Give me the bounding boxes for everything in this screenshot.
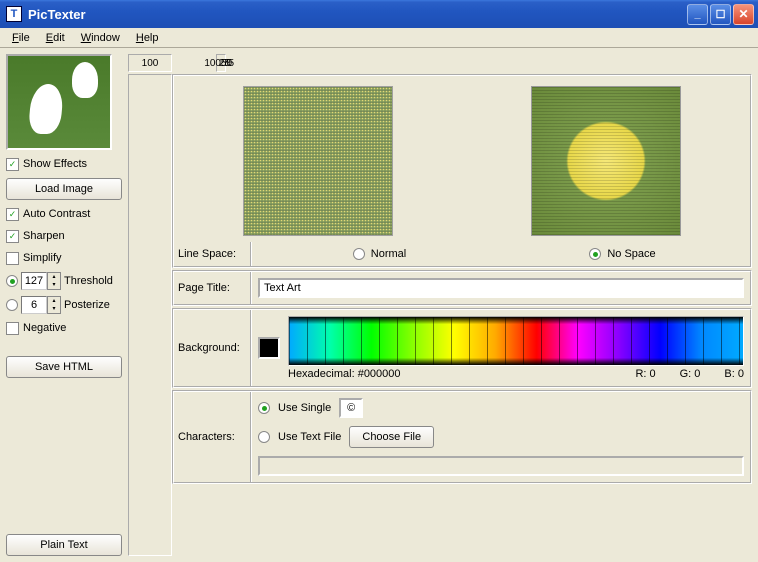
vertical-ruler[interactable] [128,74,172,556]
line-space-label: Line Space: [174,242,252,266]
window-title: PicTexter [26,7,687,22]
threshold-input[interactable] [21,272,47,290]
background-label: Background: [174,310,252,386]
use-textfile-radio[interactable] [258,431,270,443]
g-readout: G: 0 [680,368,701,380]
choose-file-button[interactable]: Choose File [349,426,434,448]
minimize-button[interactable]: _ [687,4,708,25]
load-image-button[interactable]: Load Image [6,178,122,200]
r-readout: R: 0 [635,368,655,380]
save-html-button[interactable]: Save HTML [6,356,122,378]
negative-checkbox[interactable] [6,322,19,335]
spinner-arrows-icon[interactable]: ▴▾ [47,272,61,290]
show-effects-checkbox[interactable]: ✓ [6,158,19,171]
horizontal-ruler[interactable]: 25 50 75 100 [216,54,226,72]
ruler-tick: 100 [204,58,221,69]
auto-contrast-label: Auto Contrast [23,208,90,220]
threshold-radio[interactable] [6,275,18,287]
menubar: File Edit Window Help [0,28,758,48]
spinner-arrows-icon[interactable]: ▴▾ [47,296,61,314]
preview-nospace [531,86,681,236]
use-textfile-label: Use Text File [278,431,341,443]
close-button[interactable]: ✕ [733,4,754,25]
left-panel: ✓Show Effects Load Image ✓Auto Contrast … [6,54,122,556]
b-readout: B: 0 [724,368,744,380]
posterize-input[interactable] [21,296,47,314]
sharpen-label: Sharpen [23,230,65,242]
menu-edit[interactable]: Edit [38,30,73,46]
show-effects-label: Show Effects [23,158,87,170]
maximize-button[interactable]: ☐ [710,4,731,25]
threshold-spinner[interactable]: ▴▾ [21,272,61,290]
ruler-tick: 75 [223,58,234,69]
background-swatch[interactable] [258,337,280,359]
page-title-input[interactable] [258,278,744,298]
single-char-input[interactable] [339,398,363,418]
auto-contrast-checkbox[interactable]: ✓ [6,208,19,221]
ruler-corner: 100 [128,54,172,72]
page-title-label: Page Title: [174,272,252,304]
posterize-label: Posterize [64,299,110,311]
posterize-radio[interactable] [6,299,18,311]
titlebar: T PicTexter _ ☐ ✕ [0,0,758,28]
source-thumbnail [6,54,112,150]
normal-radio[interactable] [353,248,365,260]
nospace-label: No Space [607,248,655,260]
negative-label: Negative [23,322,66,334]
use-single-radio[interactable] [258,402,270,414]
normal-label: Normal [371,248,406,260]
nospace-radio[interactable] [589,248,601,260]
menu-window[interactable]: Window [73,30,128,46]
right-area: 100 25 50 75 100 Line Space: [128,54,752,556]
hue-picker[interactable] [288,316,744,366]
sharpen-checkbox[interactable]: ✓ [6,230,19,243]
menu-help[interactable]: Help [128,30,167,46]
plain-text-button[interactable]: Plain Text [6,534,122,556]
textfile-path-display [258,456,744,476]
threshold-label: Threshold [64,275,113,287]
menu-file[interactable]: File [4,30,38,46]
use-single-label: Use Single [278,402,331,414]
app-icon: T [6,6,22,22]
simplify-label: Simplify [23,252,62,264]
hex-readout: Hexadecimal: #000000 [288,368,401,380]
simplify-checkbox[interactable] [6,252,19,265]
posterize-spinner[interactable]: ▴▾ [21,296,61,314]
preview-normal [243,86,393,236]
characters-label: Characters: [174,392,252,482]
